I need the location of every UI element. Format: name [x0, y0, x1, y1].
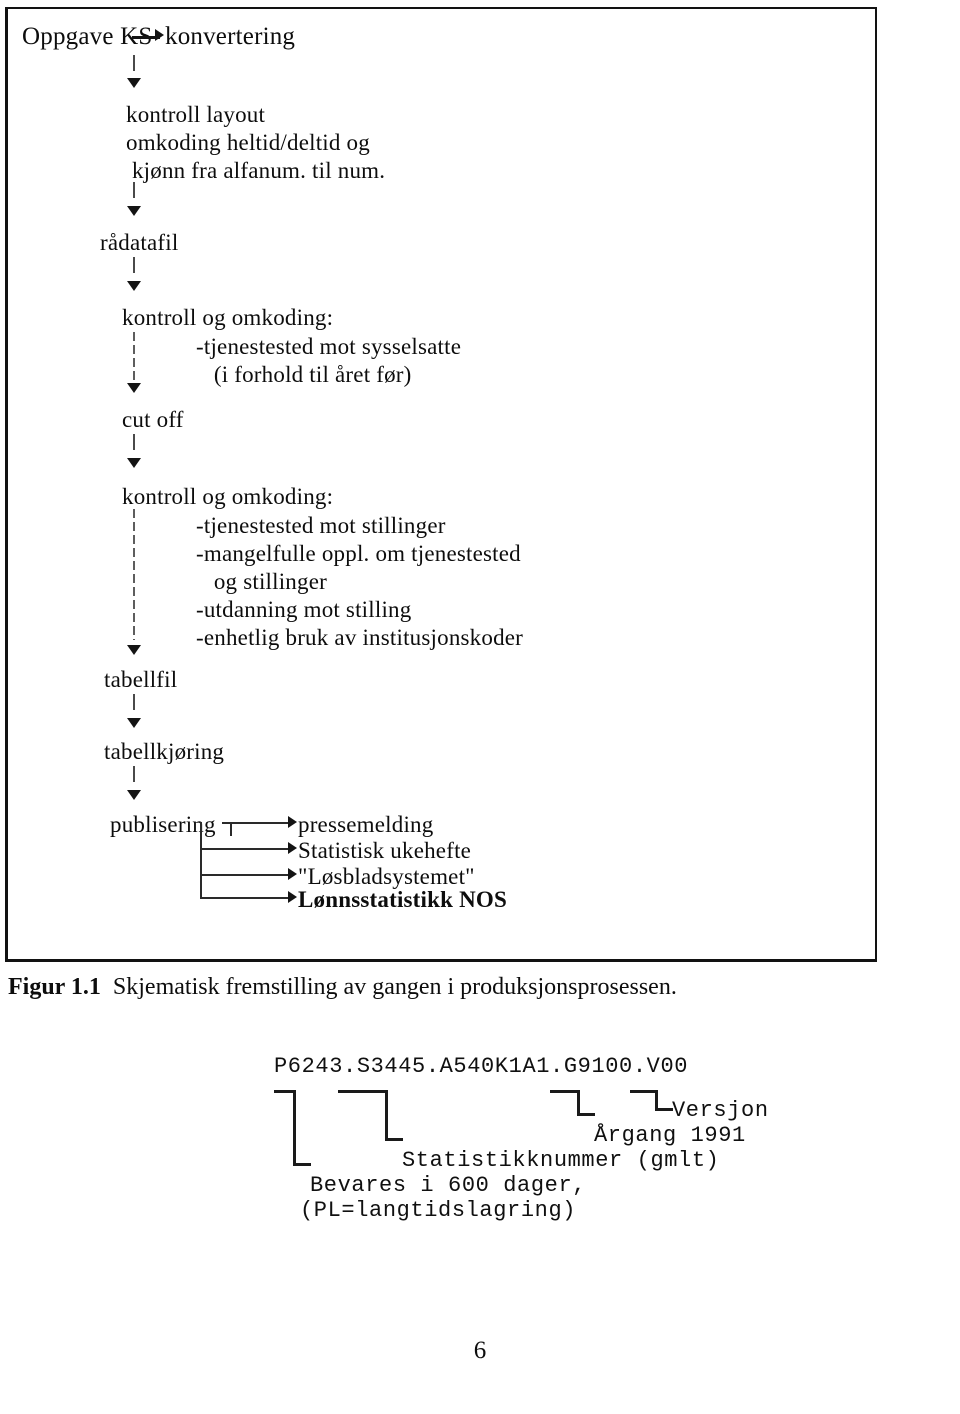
branch-arm: [200, 874, 290, 876]
node-kontroll-omkoding-2-item-5: -enhetlig bruk av institusjonskoder: [196, 625, 524, 650]
arrow-down-icon: [127, 790, 141, 800]
arrow-down-icon: [127, 718, 141, 728]
node-cut-off: cut off: [122, 407, 184, 432]
leader-vertical: [293, 1090, 296, 1165]
node-kontroll-omkoding-1: kontroll og omkoding:: [122, 305, 334, 330]
node-kontroll-omkoding-2-item-1: -tjenestested mot stillinger: [196, 513, 446, 538]
branch-arm: [222, 822, 290, 824]
arrow-right-icon: [288, 842, 297, 854]
arrow-down-icon: [127, 281, 141, 291]
arrow-right-icon: [155, 29, 164, 41]
leader-elbow: [655, 1108, 673, 1111]
leader-vertical: [385, 1090, 388, 1140]
arrow-down-icon: [127, 78, 141, 88]
annotation-bevares: Bevares i 600 dager,: [310, 1173, 587, 1198]
node-kontroll-omkoding-2: kontroll og omkoding:: [122, 484, 334, 509]
connector-tick: [133, 55, 135, 71]
branch-arm: [200, 848, 290, 850]
leader-vertical: [577, 1090, 580, 1115]
annotation-argang: Årgang 1991: [594, 1123, 746, 1148]
leader-elbow: [385, 1138, 403, 1141]
branch-spine: [200, 822, 202, 897]
node-publication-statistisk-ukehefte: Statistisk ukehefte: [298, 838, 472, 863]
branch-stub: [230, 822, 232, 836]
node-publication-lonnsstatistikk-nos: Lønnsstatistikk NOS: [298, 887, 507, 912]
connector-tick: [133, 257, 135, 273]
node-kontroll-omkoding-2-item-4: -utdanning mot stilling: [196, 597, 412, 622]
leader-vertical-versjon: [655, 1090, 658, 1110]
node-radatafil: rådatafil: [100, 230, 179, 255]
branch-arm: [200, 897, 290, 899]
connector-rail: [133, 509, 135, 640]
leader-elbow: [577, 1113, 595, 1116]
node-kontroll-omkoding-2-item-2: -mangelfulle oppl. om tjenestested: [196, 541, 521, 566]
node-kontroll-omkoding-1-item-2: (i forhold til året før): [196, 362, 412, 387]
leader-top-stub: [630, 1090, 658, 1093]
figure-caption-number: Figur 1.1: [8, 974, 101, 1000]
connector-tick: [133, 182, 135, 198]
arrow-down-icon: [127, 645, 141, 655]
node-kontroll-omkoding-1-item-1: -tjenestested mot sysselsatte: [196, 334, 462, 359]
dataset-filename: P6243.S3445.A540K1A1.G9100.V00: [274, 1054, 689, 1079]
annotation-versjon: Versjon: [672, 1098, 769, 1123]
figure-caption-text-spacer: [101, 974, 113, 1000]
arrow-down-icon: [127, 458, 141, 468]
arrow-down-icon: [127, 383, 141, 393]
connector-tick: [133, 766, 135, 782]
annotation-bevares-line-2: (PL=langtidslagring): [300, 1198, 577, 1223]
leader-top-stub: [550, 1090, 580, 1093]
connector-tick: [133, 434, 135, 450]
node-konvertering: konvertering: [165, 23, 296, 50]
figure-caption-text: Skjematisk fremstilling av gangen i prod…: [112, 974, 677, 1000]
connector-tick: [133, 694, 135, 710]
node-tabellkjoring: tabellkjøring: [104, 739, 225, 764]
connector-rail: [133, 332, 135, 380]
node-konvertering-detail-line-2: omkoding heltid/deltid og: [126, 130, 370, 155]
node-konvertering-detail-line-1: kontroll layout: [126, 102, 266, 127]
leader-elbow: [293, 1163, 311, 1166]
node-kontroll-omkoding-2-item-3: og stillinger: [196, 569, 327, 594]
annotation-statistikknummer: Statistikknummer (gmlt): [402, 1148, 720, 1173]
figure-caption: Figur 1.1 Skjematisk fremstilling av gan…: [8, 972, 677, 1002]
arrow-right-icon: [288, 868, 297, 880]
node-tabellfil: tabellfil: [104, 667, 178, 692]
node-publication-pressemelding: pressemelding: [298, 812, 434, 837]
node-konvertering-detail-line-3: kjønn fra alfanum. til num.: [126, 158, 386, 183]
arrow-right-icon: [288, 891, 297, 903]
arrow-right-icon: [288, 816, 297, 828]
leader-top-stub: [338, 1090, 388, 1093]
document-page: Oppgave KS konvertering kontroll layout …: [0, 0, 960, 1414]
arrow-down-icon: [127, 206, 141, 216]
page-number: 6: [473, 1337, 487, 1364]
